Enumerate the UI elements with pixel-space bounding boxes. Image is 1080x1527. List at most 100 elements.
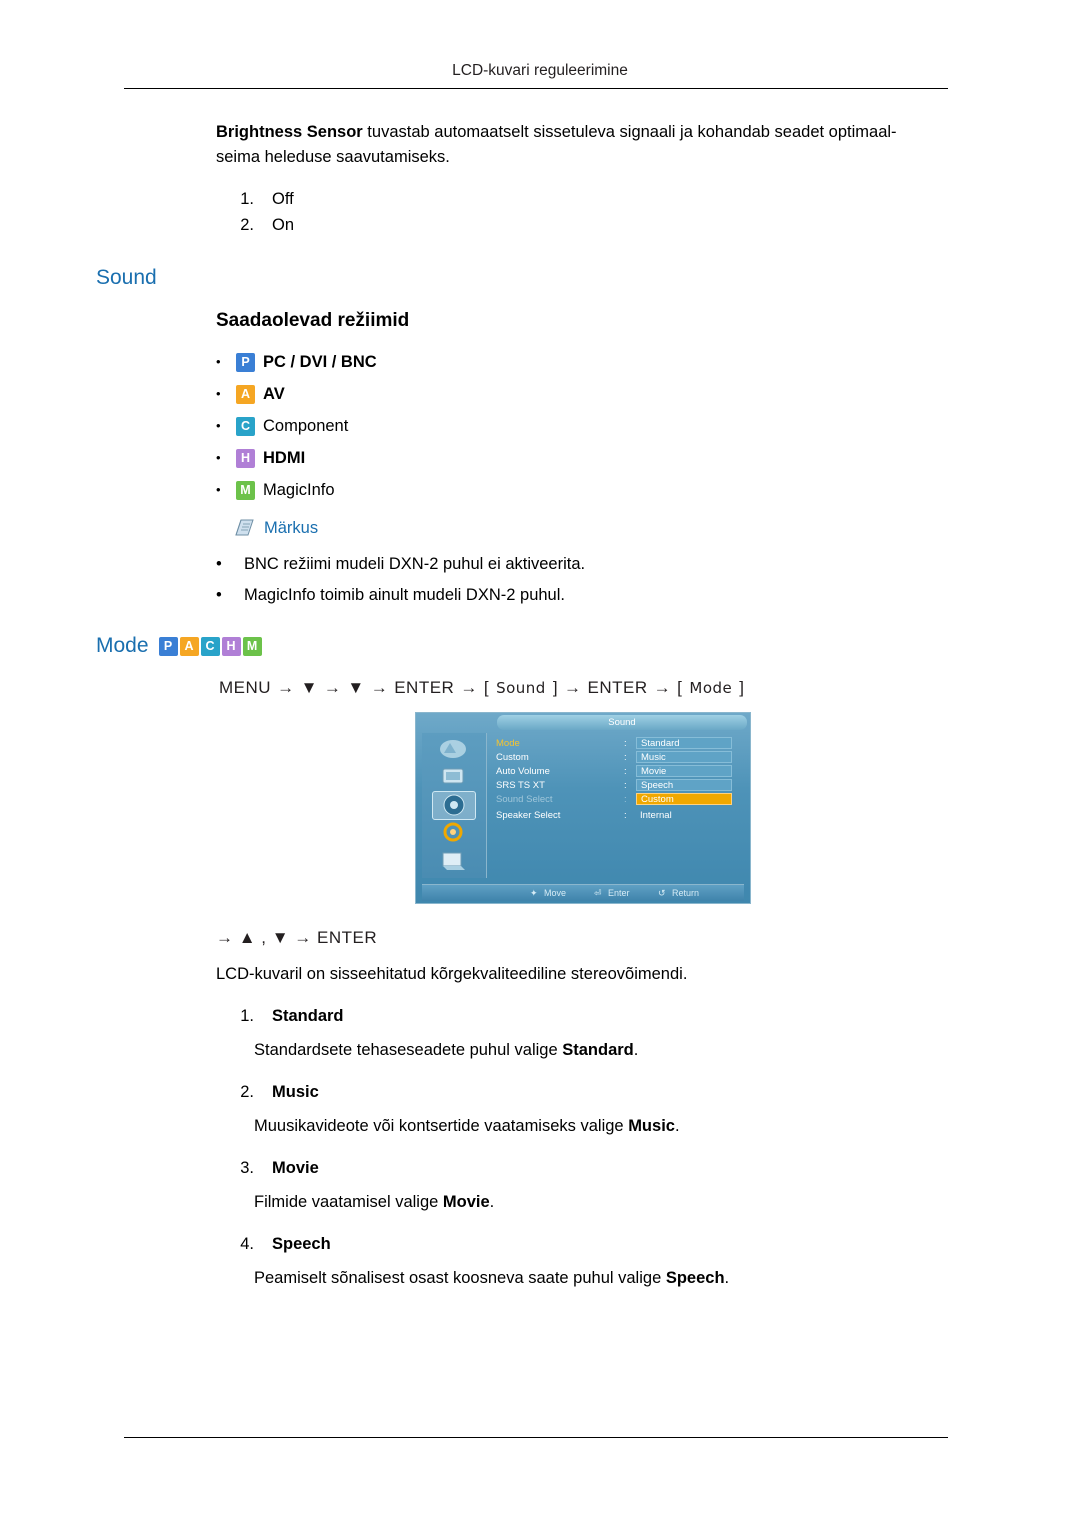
list-item: 1. Off bbox=[216, 186, 1080, 212]
mode-item-label: Component bbox=[263, 417, 349, 435]
mode-item-label: AV bbox=[263, 385, 285, 403]
list-item-number: 4. bbox=[240, 1235, 254, 1253]
osd-row-value[interactable]: Music bbox=[636, 751, 732, 763]
mode-item-label: HDMI bbox=[263, 449, 306, 467]
menu-path: MENU → ▼ → ▼ → ENTER → [ Sound ] → ENTER… bbox=[216, 678, 1080, 698]
list-item-description: Peamiselt sõnalisest osast koosneva saat… bbox=[254, 1265, 1080, 1291]
osd-row-value[interactable]: Custom bbox=[636, 793, 732, 805]
list-item-description: Filmide vaatamisel valige Movie. bbox=[254, 1189, 1080, 1215]
list-item-description: Standardsete tehaseseadete puhul valige … bbox=[254, 1037, 1080, 1063]
osd-row-speaker-select[interactable]: Speaker Select : Internal bbox=[496, 809, 742, 823]
list-item-label: On bbox=[272, 216, 295, 234]
desc-pre: Filmide vaatamisel valige bbox=[254, 1193, 443, 1211]
list-item-number: 2. bbox=[240, 1083, 254, 1101]
osd-row-label: Sound Select bbox=[496, 794, 553, 805]
brightness-options-list: 1. Off 2. On bbox=[0, 186, 1080, 238]
bullet-icon: • bbox=[216, 482, 221, 497]
bullet-icon: • bbox=[216, 418, 221, 433]
desc-pre: Standardsete tehaseseadete puhul valige bbox=[254, 1041, 563, 1059]
osd-row-custom[interactable]: Custom : Music bbox=[496, 751, 742, 765]
list-item-number: 3. bbox=[240, 1159, 254, 1177]
mode-badge-a-icon: A bbox=[236, 384, 255, 404]
osd-menu-list: Mode : Standard Custom : Music Auto Volu… bbox=[496, 737, 742, 823]
page-header: LCD-kuvari reguleerimine bbox=[0, 62, 1080, 80]
osd-row-mode[interactable]: Mode : Standard bbox=[496, 737, 742, 751]
desc-post: . bbox=[674, 1117, 680, 1135]
arrow-icon: → bbox=[323, 678, 342, 697]
desc-pre: Muusikavideote või kontsertide vaatamise… bbox=[254, 1117, 629, 1135]
osd-row-value[interactable]: Standard bbox=[636, 737, 732, 749]
osd-title-bar: Sound bbox=[497, 715, 747, 730]
list-item-label: Movie bbox=[272, 1159, 319, 1177]
osd-row-value[interactable]: Internal bbox=[636, 809, 732, 823]
down-arrow-icon: ▼ bbox=[347, 678, 365, 697]
mode-badge-m-icon: M bbox=[242, 636, 262, 656]
arrow-icon: → bbox=[460, 678, 478, 697]
note-heading: Märkus bbox=[234, 518, 1080, 538]
osd-icon-screen bbox=[436, 763, 470, 790]
mode-item-label: PC / DVI / BNC bbox=[263, 353, 377, 371]
mode-items-list: 1. Standard Standardsete tehaseseadete p… bbox=[0, 1003, 1080, 1291]
bullet-icon: • bbox=[216, 586, 222, 604]
osd-icon-multicontrol bbox=[436, 847, 470, 874]
mode-badge-p-icon: P bbox=[236, 352, 255, 372]
osd-row-label: Custom bbox=[496, 752, 529, 763]
note-item: • MagicInfo toimib ainult mudeli DXN-2 p… bbox=[216, 583, 1080, 608]
desc-pre: Peamiselt sõnalisest osast koosneva saat… bbox=[254, 1269, 666, 1287]
osd-row-colon: : bbox=[624, 794, 627, 805]
osd-icon-picture bbox=[436, 735, 470, 762]
osd-footer-enter-label: Enter bbox=[608, 888, 630, 898]
mode-item-component: • C Component bbox=[216, 414, 1080, 438]
intro-rest: tuvastab automaatselt sissetuleva signaa… bbox=[362, 123, 897, 141]
desc-post: . bbox=[633, 1041, 639, 1059]
osd-row-auto-volume[interactable]: Auto Volume : Movie bbox=[496, 765, 742, 779]
osd-row-srs-ts-xt[interactable]: SRS TS XT : Speech bbox=[496, 779, 742, 793]
intro-line2: seima heleduse saavutamiseks. bbox=[216, 148, 450, 166]
bullet-icon: • bbox=[216, 354, 221, 369]
osd-screenshot: Sound Mode: Standard Custom: Music Aut… bbox=[415, 712, 751, 904]
list-item: 2. Music bbox=[216, 1079, 1080, 1105]
osd-row-sound-select[interactable]: Sound Select : Custom bbox=[496, 793, 742, 807]
arrow-icon: → bbox=[370, 678, 389, 697]
mode-item-hdmi: • H HDMI bbox=[216, 446, 1080, 470]
menu-path-tag-mode: Mode bbox=[689, 679, 733, 697]
osd-row-value[interactable]: Speech bbox=[636, 779, 732, 791]
arrow-icon: → bbox=[564, 678, 582, 697]
osd-icon-sound-selected bbox=[432, 791, 476, 820]
osd-footer-enter-icon: ⏎ bbox=[594, 888, 602, 898]
subsection-title-available-modes: Saadaolevad režiimid bbox=[216, 310, 410, 331]
note-label: Märkus bbox=[264, 518, 319, 537]
available-modes-list: • P PC / DVI / BNC • A AV • C Component … bbox=[0, 350, 1080, 502]
note-item: • BNC režiimi mudeli DXN-2 puhul ei akti… bbox=[216, 552, 1080, 577]
mode-item-pc-dvi-bnc: • P PC / DVI / BNC bbox=[216, 350, 1080, 374]
mode-description: LCD-kuvaril on sisseehitatud kõrgekvalit… bbox=[216, 965, 688, 983]
down-arrow-icon: ▼ bbox=[300, 678, 318, 697]
mode-badge-m-icon: M bbox=[236, 480, 255, 500]
list-item-number: 1. bbox=[240, 1007, 254, 1025]
menu-path-enter-2: ENTER bbox=[587, 678, 648, 697]
menu-path-bracket-open-1: [ bbox=[483, 678, 490, 697]
osd-footer-move-label: Move bbox=[544, 888, 567, 898]
osd-row-value[interactable]: Movie bbox=[636, 765, 732, 777]
desc-bold: Standard bbox=[562, 1041, 634, 1059]
note-list: • BNC režiimi mudeli DXN-2 puhul ei akti… bbox=[0, 552, 1080, 608]
desc-bold: Speech bbox=[665, 1269, 725, 1287]
osd-row-colon: : bbox=[624, 780, 627, 791]
mode-item-magicinfo: • M MagicInfo bbox=[216, 478, 1080, 502]
footer-rule bbox=[124, 1437, 948, 1438]
osd-footer-return-label: Return bbox=[672, 888, 700, 898]
osd-row-colon: : bbox=[624, 766, 627, 777]
list-item-label: Speech bbox=[272, 1235, 331, 1253]
osd-row-colon: : bbox=[624, 738, 627, 749]
list-item: 3. Movie bbox=[216, 1155, 1080, 1181]
menu-path-after: → ▲ , ▼ → ENTER bbox=[216, 928, 378, 947]
osd-row-label: Speaker Select bbox=[496, 810, 561, 821]
bullet-icon: • bbox=[216, 555, 222, 573]
list-item-description: Muusikavideote või kontsertide vaatamise… bbox=[254, 1113, 1080, 1139]
menu-path-menu: MENU bbox=[219, 678, 272, 697]
intro-paragraph: Brightness Sensor tuvastab automaatselt … bbox=[216, 120, 956, 170]
osd-row-colon: : bbox=[624, 810, 627, 821]
list-item: 4. Speech bbox=[216, 1231, 1080, 1257]
section-title-mode: Mode bbox=[96, 634, 149, 657]
osd-footer-return-icon: ↺ bbox=[658, 888, 666, 898]
